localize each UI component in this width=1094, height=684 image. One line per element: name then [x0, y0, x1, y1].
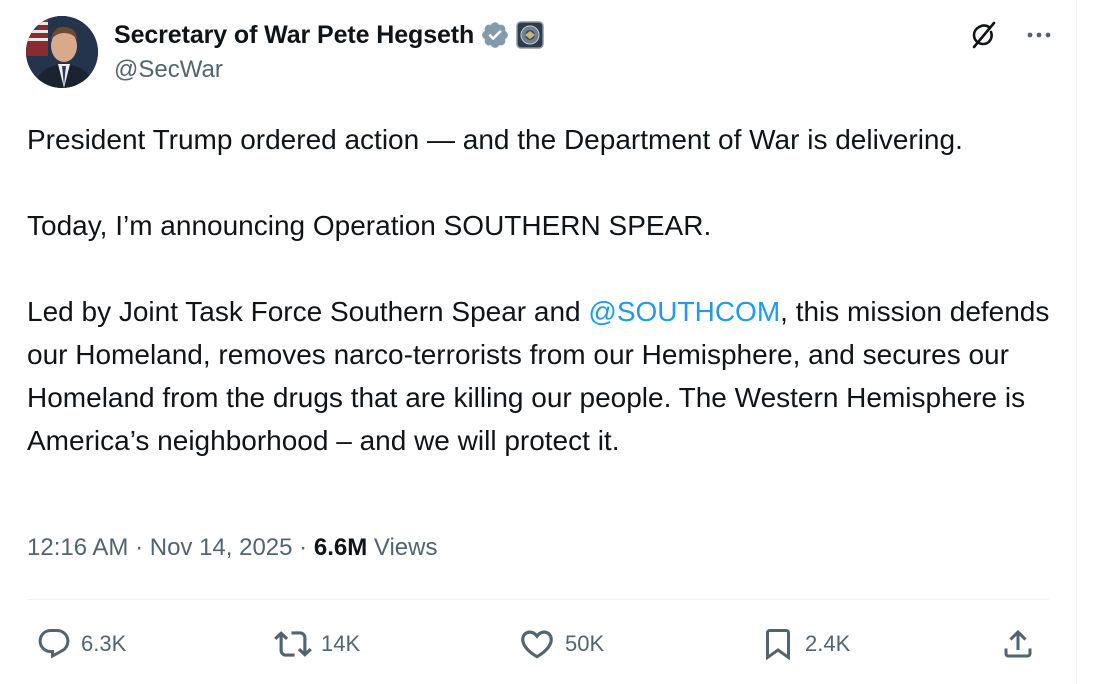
repost-button[interactable]: 14K: [274, 612, 360, 676]
divider: [27, 599, 1049, 600]
column-border: [1076, 0, 1077, 684]
meta-separator: ·: [292, 534, 314, 561]
tweet-meta: 12:16 AM · Nov 14, 2025 · 6.6M Views: [27, 534, 437, 562]
avatar[interactable]: [26, 16, 98, 88]
like-count: 50K: [565, 631, 605, 656]
bookmark-count: 2.4K: [805, 631, 851, 656]
mention-link[interactable]: @SOUTHCOM: [588, 296, 780, 327]
more-icon[interactable]: [1022, 18, 1056, 52]
tweet-header-actions: [966, 18, 1056, 52]
tweet-paragraph: Today, I’m announcing Operation SOUTHERN…: [27, 210, 712, 241]
share-icon: [1004, 629, 1032, 658]
reply-count: 6.3K: [81, 631, 127, 656]
views-label: Views: [367, 534, 438, 561]
reply-button[interactable]: 6.3K: [36, 612, 126, 676]
author-display-name[interactable]: Secretary of War Pete Hegseth: [114, 21, 474, 50]
meta-separator: ·: [128, 534, 150, 561]
author-name-row: Secretary of War Pete Hegseth: [114, 18, 544, 52]
heart-icon: [521, 630, 553, 659]
tweet-text: President Trump ordered action — and the…: [27, 118, 1057, 462]
views-count[interactable]: 6.6M: [314, 534, 367, 561]
author-handle[interactable]: @SecWar: [114, 56, 223, 84]
grok-icon[interactable]: [966, 18, 1000, 52]
verified-badge-icon[interactable]: [480, 20, 510, 50]
tweet-paragraph: Led by Joint Task Force Southern Spear a…: [27, 290, 1057, 462]
repost-icon: [274, 631, 312, 657]
like-button[interactable]: 50K: [518, 612, 604, 676]
tweet-time[interactable]: 12:16 AM: [27, 534, 128, 561]
tweet-text-segment: Led by Joint Task Force Southern Spear a…: [27, 296, 589, 327]
bookmark-button[interactable]: 2.4K: [760, 612, 850, 676]
tweet-actions-bar: 6.3K 14K 50K 2.4K: [0, 612, 1076, 676]
tweet-date[interactable]: Nov 14, 2025: [150, 534, 293, 561]
department-seal-icon[interactable]: [516, 21, 544, 49]
share-button[interactable]: [1000, 612, 1036, 676]
repost-count: 14K: [321, 631, 361, 656]
reply-icon: [38, 629, 70, 659]
bookmark-icon: [766, 629, 790, 661]
tweet-paragraph: President Trump ordered action — and the…: [27, 124, 963, 155]
